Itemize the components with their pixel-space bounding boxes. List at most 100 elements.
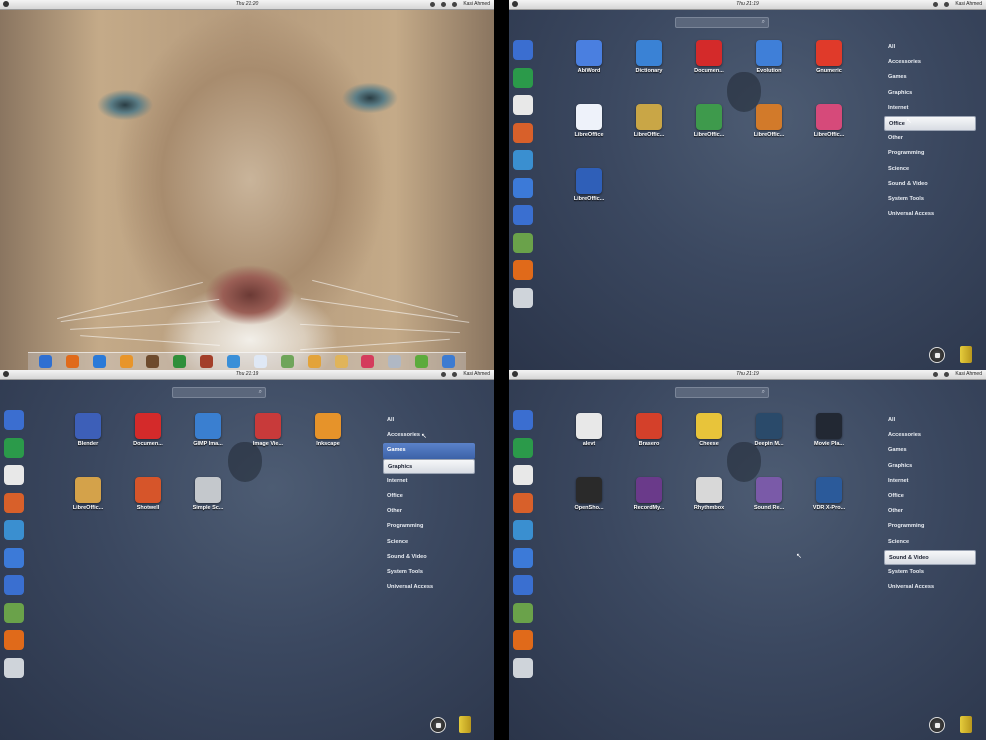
app-tile[interactable]: Inkscape: [300, 413, 356, 447]
category-item[interactable]: All: [383, 413, 475, 428]
category-item[interactable]: Other: [383, 504, 475, 519]
category-item[interactable]: Office: [884, 489, 976, 504]
dock-item-icon[interactable]: [334, 355, 348, 368]
dock-item-icon[interactable]: [415, 355, 429, 368]
dock-item-icon[interactable]: [442, 355, 456, 368]
dock-item-icon[interactable]: [253, 355, 267, 368]
category-item[interactable]: Programming: [884, 519, 976, 534]
volume-icon[interactable]: [944, 2, 950, 7]
app-tile[interactable]: LibreOffic...: [621, 104, 677, 138]
clock[interactable]: Thu 21:19: [509, 370, 986, 379]
category-item[interactable]: Science: [884, 162, 976, 177]
sidebar-app-icon[interactable]: [4, 520, 24, 540]
sidebar-app-icon[interactable]: [513, 40, 533, 60]
sidebar-app-icon[interactable]: [513, 150, 533, 170]
category-item[interactable]: Programming: [884, 146, 976, 161]
user-name[interactable]: Kasi Ahmed: [463, 370, 490, 379]
trash-icon[interactable]: [960, 716, 972, 733]
app-tile[interactable]: Evolution: [741, 40, 797, 74]
app-tile[interactable]: Gnumeric: [801, 40, 857, 74]
sidebar-app-icon[interactable]: [513, 205, 533, 225]
app-tile[interactable]: AbiWord: [561, 40, 617, 74]
category-item[interactable]: Sound & Video: [884, 549, 976, 565]
sidebar-app-icon[interactable]: [513, 232, 533, 253]
sidebar-app-icon[interactable]: [513, 122, 533, 143]
category-item[interactable]: Other: [884, 504, 976, 519]
dock-item-icon[interactable]: [38, 355, 52, 368]
sidebar-app-icon[interactable]: [4, 547, 24, 568]
dock-item-icon[interactable]: [361, 355, 375, 368]
dock-item-icon[interactable]: [388, 355, 402, 368]
category-item[interactable]: System Tools: [884, 565, 976, 580]
sidebar-app-icon[interactable]: [513, 410, 533, 430]
dock-item-icon[interactable]: [92, 355, 106, 368]
app-tile[interactable]: alevt: [561, 413, 617, 447]
sidebar-app-icon[interactable]: [513, 287, 533, 308]
app-tile[interactable]: LibreOffic...: [801, 104, 857, 138]
sidebar-app-icon[interactable]: [513, 657, 533, 678]
category-item[interactable]: Internet: [884, 474, 976, 489]
network-icon[interactable]: [933, 2, 939, 7]
battery-icon[interactable]: [452, 2, 458, 7]
category-item[interactable]: Sound & Video: [383, 550, 475, 565]
sidebar-app-icon[interactable]: [513, 575, 533, 595]
sidebar-app-icon[interactable]: [513, 492, 533, 513]
network-icon[interactable]: [933, 372, 939, 377]
app-tile[interactable]: Brasero: [621, 413, 677, 447]
app-tile[interactable]: Movie Pla...: [801, 413, 857, 447]
category-item[interactable]: Sound & Video: [884, 177, 976, 192]
trash-icon[interactable]: [960, 346, 972, 363]
sidebar-app-icon[interactable]: [513, 602, 533, 623]
app-tile[interactable]: Simple Sc...: [180, 477, 236, 511]
dock-item-icon[interactable]: [146, 355, 160, 368]
clock[interactable]: Thu 21:19: [509, 0, 986, 9]
category-item[interactable]: Games: [383, 443, 475, 459]
app-tile[interactable]: Blender: [60, 413, 116, 447]
app-tile[interactable]: LibreOffic...: [741, 104, 797, 138]
category-item[interactable]: Accessories: [383, 428, 475, 443]
category-item[interactable]: Games: [884, 443, 976, 458]
sidebar-app-icon[interactable]: [513, 95, 533, 115]
sidebar-app-icon[interactable]: [4, 437, 24, 458]
network-icon[interactable]: [430, 2, 436, 7]
sidebar-app-icon[interactable]: [4, 630, 24, 650]
stop-button[interactable]: [430, 717, 446, 733]
volume-icon[interactable]: [452, 372, 458, 377]
app-tile[interactable]: Rhythmbox: [681, 477, 737, 511]
sidebar-app-icon[interactable]: [4, 492, 24, 513]
trash-icon[interactable]: [459, 716, 471, 733]
app-tile[interactable]: GIMP Ima...: [180, 413, 236, 447]
category-item[interactable]: System Tools: [383, 565, 475, 580]
clock[interactable]: Thu 21:20: [0, 0, 494, 9]
category-item[interactable]: Graphics: [884, 86, 976, 101]
category-item[interactable]: Graphics: [383, 458, 475, 474]
sidebar-app-icon[interactable]: [4, 465, 24, 485]
category-item[interactable]: Other: [884, 131, 976, 146]
app-tile[interactable]: RecordMy...: [621, 477, 677, 511]
dock-item-icon[interactable]: [227, 355, 241, 368]
app-tile[interactable]: LibreOffice: [561, 104, 617, 138]
dock-item-icon[interactable]: [280, 355, 294, 368]
app-tile[interactable]: Documen...: [681, 40, 737, 74]
sidebar-app-icon[interactable]: [4, 410, 24, 430]
app-tile[interactable]: LibreOffic...: [60, 477, 116, 511]
dock-item-icon[interactable]: [119, 355, 133, 368]
sidebar-app-icon[interactable]: [513, 67, 533, 88]
category-item[interactable]: Office: [884, 115, 976, 132]
category-item[interactable]: Universal Access: [884, 207, 976, 222]
app-tile[interactable]: Sound Re...: [741, 477, 797, 511]
volume-icon[interactable]: [441, 2, 447, 7]
category-item[interactable]: Universal Access: [383, 580, 475, 595]
category-item[interactable]: System Tools: [884, 192, 976, 207]
dock-item-icon[interactable]: [200, 355, 214, 368]
app-tile[interactable]: Shotwell: [120, 477, 176, 511]
category-item[interactable]: Graphics: [884, 459, 976, 474]
category-item[interactable]: Accessories: [884, 428, 976, 443]
category-item[interactable]: Internet: [884, 101, 976, 116]
category-item[interactable]: Programming: [383, 519, 475, 534]
user-name[interactable]: Kasi Ahmed: [955, 0, 982, 9]
sidebar-app-icon[interactable]: [4, 657, 24, 678]
search-input[interactable]: ⌕: [675, 17, 769, 28]
sidebar-app-icon[interactable]: [513, 260, 533, 280]
search-input[interactable]: ⌕: [675, 387, 769, 398]
